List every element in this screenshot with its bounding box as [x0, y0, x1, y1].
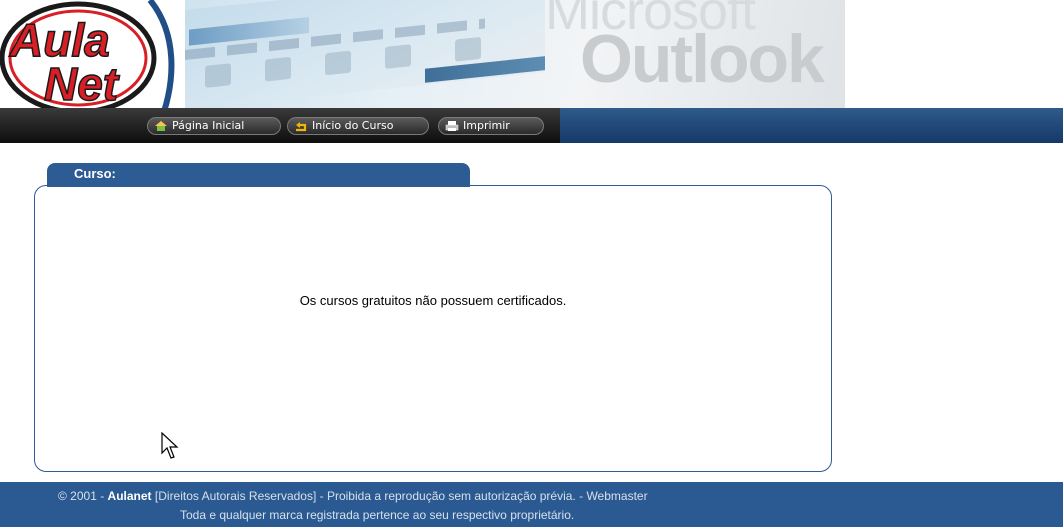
home-button-label: Página Inicial: [172, 119, 245, 132]
header: Aula Net Microsoft Outlook Ex Página Ini…: [0, 0, 1063, 143]
printer-icon: [445, 121, 459, 131]
home-button[interactable]: Página Inicial: [147, 117, 281, 135]
course-start-label: Início do Curso: [312, 119, 394, 132]
footer-copyright: © 2001 -: [58, 489, 108, 503]
print-button-label: Imprimir: [463, 119, 510, 132]
logo-text-net: Net: [44, 58, 120, 110]
course-panel: [34, 185, 832, 472]
footer-brand: Aulanet: [107, 489, 152, 503]
banner-app-window: [185, 0, 545, 110]
mouse-cursor-icon: [161, 432, 179, 459]
home-icon: [155, 121, 167, 131]
print-button[interactable]: Imprimir: [438, 117, 544, 135]
footer-copyright-line: © 2001 - Aulanet [Direitos Autorais Rese…: [58, 489, 648, 503]
panel-divider: [47, 185, 470, 187]
banner-word-outlook: Outlook Ex: [580, 21, 825, 112]
footer-trademark: Toda e qualquer marca registrada pertenc…: [180, 508, 575, 522]
return-arrow-icon: [296, 122, 307, 132]
footer-rights: [Direitos Autorais Reservados] - Proibid…: [151, 489, 587, 503]
course-start-button[interactable]: Início do Curso: [287, 117, 429, 135]
course-panel-title: Curso:: [74, 166, 116, 181]
certificate-message: Os cursos gratuitos não possuem certific…: [299, 293, 567, 308]
webmaster-link[interactable]: Webmaster: [586, 489, 647, 503]
outlook-express-banner: Microsoft Outlook Ex: [185, 0, 845, 112]
